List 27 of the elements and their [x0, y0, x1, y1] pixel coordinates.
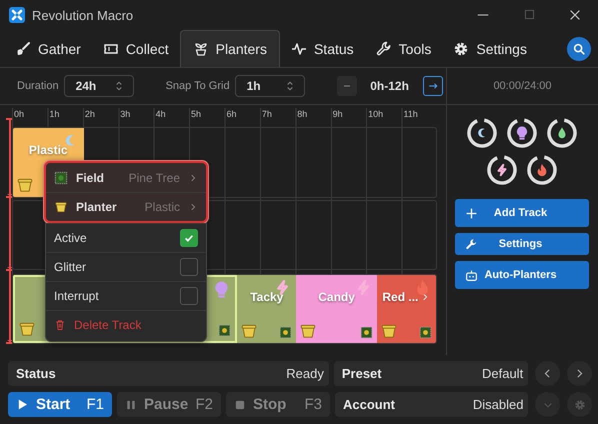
planter-label: Candy	[318, 290, 355, 304]
hour-label: 7h	[260, 108, 273, 121]
hour-label: 6h	[225, 108, 238, 121]
account-value: Disabled	[472, 397, 524, 412]
planter-label: Red ...	[382, 290, 418, 304]
hour-label: 4h	[154, 108, 167, 121]
hour-label: 0h	[13, 108, 26, 121]
status-value: Ready	[286, 366, 324, 381]
status-label: Status	[16, 366, 56, 381]
planter-label: Plastic	[28, 143, 68, 157]
snap-label: Snap To Grid	[166, 80, 230, 92]
hour-label: 3h	[119, 108, 132, 121]
hour-label: 2h	[84, 108, 96, 121]
window-title: Revolution Macro	[32, 8, 134, 22]
hour-label: 11h	[402, 108, 419, 121]
clock-label: 00:00/24:00	[492, 80, 553, 92]
preset-value: Default	[482, 366, 524, 381]
hour-label: 10h	[367, 108, 384, 121]
planter-label: Tacky	[250, 290, 284, 304]
hour-label: 9h	[332, 108, 344, 121]
hour-label: 5h	[190, 108, 202, 121]
account-label: Account	[343, 397, 395, 412]
duration-label: Duration	[17, 80, 59, 92]
hour-label: 1h	[48, 108, 60, 121]
range-label: 0h-12h	[369, 79, 410, 93]
hour-label: 8h	[296, 108, 308, 121]
preset-label: Preset	[342, 366, 382, 381]
